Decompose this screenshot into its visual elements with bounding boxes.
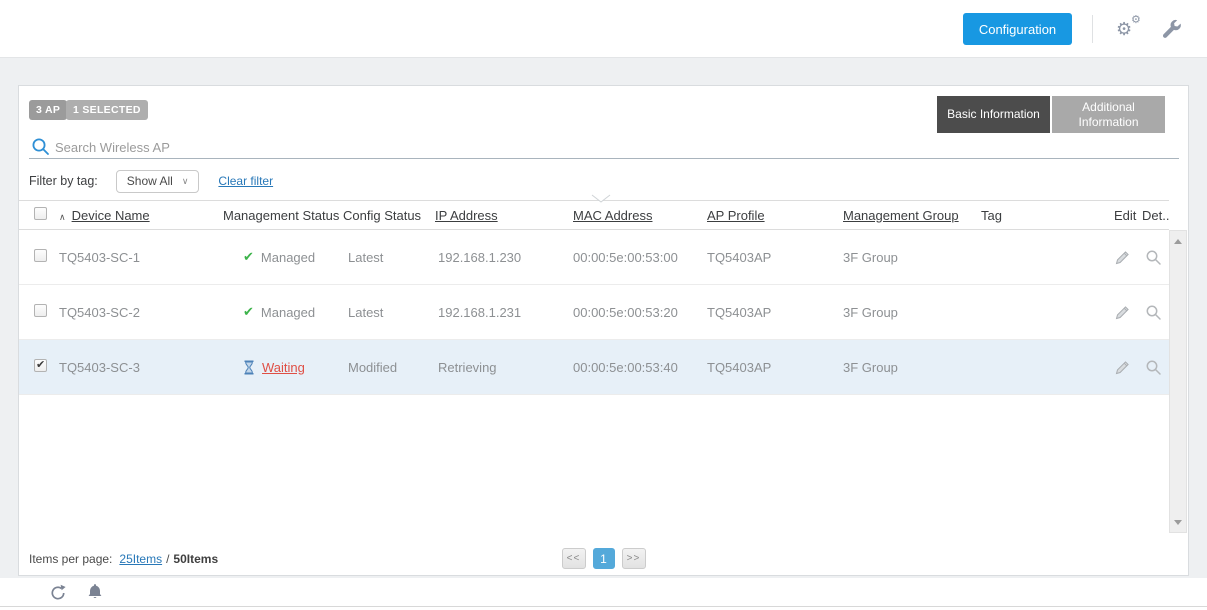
management-status: ✔ Managed: [223, 249, 343, 265]
wrench-icon[interactable]: [1160, 18, 1184, 42]
edit-pencil-icon[interactable]: [1107, 359, 1137, 376]
next-page-button[interactable]: >>: [622, 548, 646, 569]
table-header-row: ∧Device Name Management Status Config St…: [19, 200, 1169, 230]
mac-address: 00:00:5e:00:53:40: [573, 360, 707, 375]
collapse-notch-icon: [591, 194, 611, 203]
edit-pencil-icon[interactable]: [1107, 304, 1137, 321]
device-name: TQ5403-SC-1: [59, 250, 223, 265]
tag-filter-value: Show All: [127, 174, 173, 188]
vertical-scrollbar[interactable]: [1169, 230, 1187, 533]
wireless-ap-panel: 3 AP 1 SELECTED Basic Information Additi…: [18, 85, 1189, 576]
chevron-down-icon: ∨: [182, 176, 189, 187]
row-checkbox[interactable]: [34, 304, 47, 317]
waiting-status-link[interactable]: Waiting: [262, 360, 305, 375]
gear-small-icon: ⚙: [1131, 15, 1141, 26]
column-device-name[interactable]: ∧Device Name: [59, 208, 223, 223]
config-status: Latest: [343, 250, 435, 265]
management-status: ✔ Managed: [223, 304, 343, 320]
column-details: Det...: [1137, 208, 1169, 223]
pagination: << 1 >>: [562, 548, 646, 569]
search-underline: [29, 158, 1179, 159]
settings-gears-icon[interactable]: ⚙ ⚙: [1114, 14, 1146, 46]
column-management-status: Management Status: [223, 208, 343, 223]
top-bar: Configuration ⚙ ⚙: [0, 0, 1207, 58]
items-per-page-label: Items per page:: [29, 552, 112, 566]
search-input[interactable]: [55, 136, 1155, 158]
management-status: Waiting: [223, 360, 343, 375]
page-size-link[interactable]: 25Items: [119, 552, 162, 566]
management-group: 3F Group: [843, 305, 981, 320]
selected-count-badge: 1 SELECTED: [66, 100, 148, 120]
total-items-label: 50Items: [173, 552, 218, 566]
filter-by-tag-label: Filter by tag:: [29, 174, 98, 188]
table-row[interactable]: TQ5403-SC-1 ✔ Managed Latest 192.168.1.2…: [19, 230, 1169, 285]
gear-icon: ⚙: [1116, 20, 1132, 38]
items-per-page-row: Items per page: 25Items / 50Items: [29, 552, 218, 566]
info-tabs: Basic Information Additional Information: [937, 96, 1165, 133]
separator: /: [166, 552, 169, 566]
details-magnifier-icon[interactable]: [1137, 249, 1169, 266]
tag-filter-dropdown[interactable]: Show All ∨: [116, 170, 200, 193]
select-all-checkbox[interactable]: [34, 207, 47, 220]
refresh-icon[interactable]: [49, 584, 67, 607]
column-config-status: Config Status: [343, 208, 435, 223]
column-management-group[interactable]: Management Group: [843, 208, 981, 223]
management-group: 3F Group: [843, 250, 981, 265]
ap-profile: TQ5403AP: [707, 305, 843, 320]
wrench-icon-glyph: [1160, 18, 1182, 40]
column-edit: Edit: [1107, 208, 1137, 223]
details-magnifier-icon[interactable]: [1137, 304, 1169, 321]
ap-profile: TQ5403AP: [707, 250, 843, 265]
clear-filter-link[interactable]: Clear filter: [218, 174, 273, 188]
ap-profile: TQ5403AP: [707, 360, 843, 375]
search-area: [29, 136, 1179, 159]
column-ap-profile[interactable]: AP Profile: [707, 208, 843, 223]
column-tag: Tag: [981, 208, 1107, 223]
sort-asc-icon: ∧: [59, 212, 66, 223]
prev-page-button[interactable]: <<: [562, 548, 586, 569]
edit-pencil-icon[interactable]: [1107, 249, 1137, 266]
config-status: Modified: [343, 360, 435, 375]
column-ip-address[interactable]: IP Address: [435, 208, 573, 223]
mac-address: 00:00:5e:00:53:00: [573, 250, 707, 265]
ip-address: 192.168.1.230: [435, 250, 573, 265]
notifications-bell-icon[interactable]: [87, 583, 103, 606]
table-row[interactable]: TQ5403-SC-2 ✔ Managed Latest 192.168.1.2…: [19, 285, 1169, 340]
managed-check-icon: ✔: [243, 249, 254, 265]
device-name: TQ5403-SC-2: [59, 305, 223, 320]
configuration-button[interactable]: Configuration: [963, 13, 1072, 45]
bottom-bar: [0, 578, 1207, 610]
config-status: Latest: [343, 305, 435, 320]
ip-address: Retrieving: [435, 360, 573, 375]
managed-check-icon: ✔: [243, 304, 254, 320]
column-mac-address[interactable]: MAC Address: [573, 208, 707, 223]
current-page-button[interactable]: 1: [593, 548, 615, 569]
row-checkbox[interactable]: [34, 249, 47, 262]
topbar-divider: [1092, 15, 1093, 43]
device-name: TQ5403-SC-3: [59, 360, 223, 375]
mac-address: 00:00:5e:00:53:20: [573, 305, 707, 320]
ap-count-badge: 3 AP: [29, 100, 67, 120]
ip-address: 192.168.1.231: [435, 305, 573, 320]
scroll-up-arrow[interactable]: [1170, 233, 1186, 249]
filter-row: Filter by tag: Show All ∨ Clear filter: [29, 169, 273, 193]
management-group: 3F Group: [843, 360, 981, 375]
hourglass-icon: [243, 360, 255, 375]
details-magnifier-icon[interactable]: [1137, 359, 1169, 376]
table-row[interactable]: TQ5403-SC-3 Waiting Modified Retrieving …: [19, 340, 1169, 395]
row-checkbox[interactable]: [34, 359, 47, 372]
tab-basic-information[interactable]: Basic Information: [937, 96, 1050, 133]
scroll-down-arrow[interactable]: [1170, 514, 1186, 530]
tab-additional-information[interactable]: Additional Information: [1052, 96, 1165, 133]
